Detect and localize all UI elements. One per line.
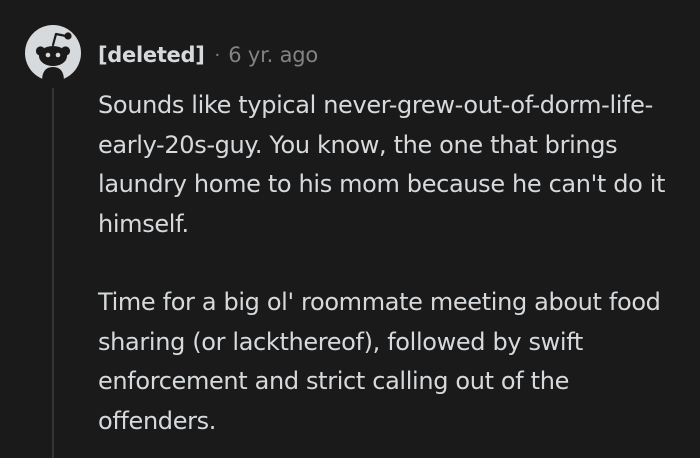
comment-header: [deleted] · 6 yr. ago [98, 40, 318, 70]
comment: [deleted] · 6 yr. ago Sounds like typica… [0, 0, 700, 458]
comment-timestamp[interactable]: 6 yr. ago [228, 43, 318, 67]
comment-paragraph-1: Sounds like typical never-grew-out-of-do… [98, 91, 666, 238]
meta-separator: · [214, 44, 221, 66]
comment-paragraph-2: Time for a big ol' roommate meeting abou… [98, 288, 661, 435]
author-name[interactable]: [deleted] [98, 43, 205, 67]
comment-body: Sounds like typical never-grew-out-of-do… [98, 86, 688, 441]
thread-collapse-line[interactable] [52, 88, 54, 458]
reddit-snoo-avatar-icon [25, 25, 81, 81]
avatar[interactable] [25, 25, 81, 81]
